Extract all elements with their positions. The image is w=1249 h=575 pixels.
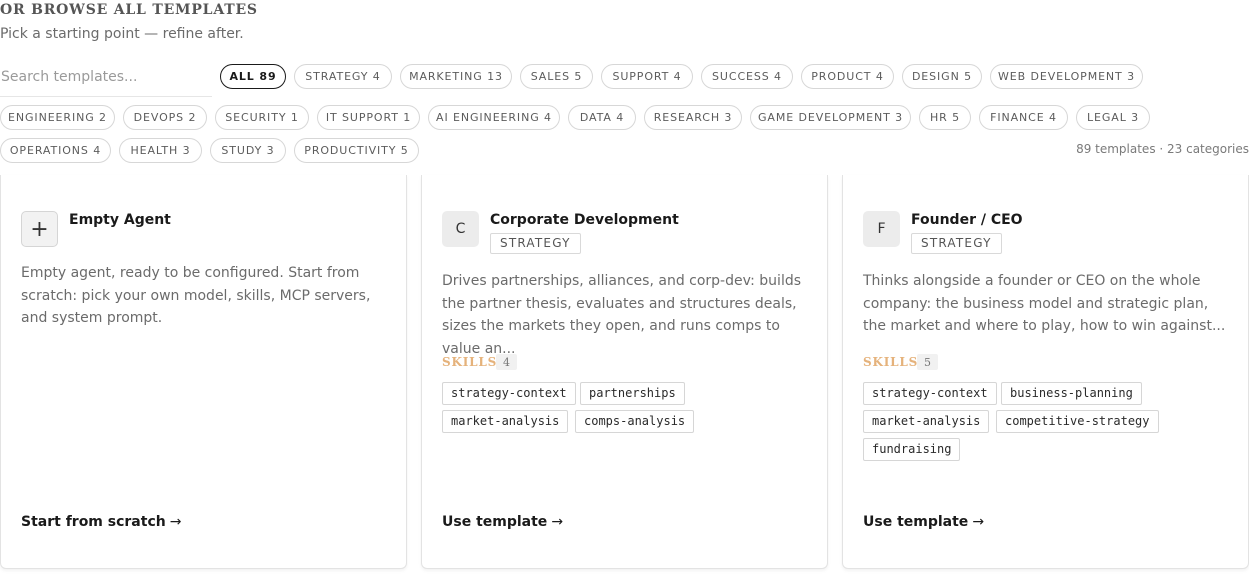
category-tag: STRATEGY bbox=[911, 233, 1002, 254]
use-template-link[interactable]: Use template → bbox=[442, 514, 563, 530]
section-heading: OR BROWSE ALL TEMPLATES bbox=[0, 2, 258, 18]
filter-chip-it-support[interactable]: IT SUPPORT 1 bbox=[317, 105, 420, 130]
section-subheading: Pick a starting point — refine after. bbox=[0, 26, 244, 42]
card-title: Empty Agent bbox=[69, 212, 171, 228]
use-template-link[interactable]: Use template → bbox=[863, 514, 984, 530]
card-title: Founder / CEO bbox=[911, 212, 1023, 228]
action-label: Use template bbox=[863, 514, 969, 530]
arrow-right-icon: → bbox=[551, 514, 564, 530]
template-browser: OR BROWSE ALL TEMPLATES Pick a starting … bbox=[0, 0, 1249, 575]
filter-chip-all[interactable]: ALL 89 bbox=[220, 64, 286, 89]
plus-icon: + bbox=[21, 211, 58, 247]
filter-chip-devops[interactable]: DEVOPS 2 bbox=[123, 105, 207, 130]
skills-label: SKILLS bbox=[442, 355, 498, 369]
filter-chip-research[interactable]: RESEARCH 3 bbox=[644, 105, 742, 130]
skill-tag: competitive-strategy bbox=[996, 410, 1159, 433]
filter-chip-operations[interactable]: OPERATIONS 4 bbox=[0, 138, 111, 163]
filter-chip-data[interactable]: DATA 4 bbox=[568, 105, 636, 130]
card-title: Corporate Development bbox=[490, 212, 679, 228]
filter-chip-support[interactable]: SUPPORT 4 bbox=[601, 64, 693, 89]
card-description: Empty agent, ready to be configured. Sta… bbox=[21, 265, 371, 326]
avatar-letter-icon: F bbox=[863, 211, 900, 247]
skill-tag: strategy-context bbox=[863, 382, 997, 405]
filter-chip-design[interactable]: DESIGN 5 bbox=[902, 64, 982, 89]
filter-chip-marketing[interactable]: MARKETING 13 bbox=[400, 64, 512, 89]
filter-chip-legal[interactable]: LEGAL 3 bbox=[1076, 105, 1150, 130]
filter-chip-security[interactable]: SECURITY 1 bbox=[215, 105, 309, 130]
filter-chip-health[interactable]: HEALTH 3 bbox=[119, 138, 202, 163]
search-box bbox=[0, 64, 212, 97]
filter-chip-sales[interactable]: SALES 5 bbox=[520, 64, 593, 89]
action-label: Start from scratch bbox=[21, 514, 166, 530]
skill-tag: strategy-context bbox=[442, 382, 576, 405]
filter-chip-game-development[interactable]: GAME DEVELOPMENT 3 bbox=[750, 105, 911, 130]
skill-tag: partnerships bbox=[580, 382, 685, 405]
skill-tag: comps-analysis bbox=[575, 410, 695, 433]
skill-tag: business-planning bbox=[1001, 382, 1142, 405]
category-tag: STRATEGY bbox=[490, 233, 581, 254]
filter-chip-hr[interactable]: HR 5 bbox=[919, 105, 971, 130]
filter-chip-strategy[interactable]: STRATEGY 4 bbox=[294, 64, 392, 89]
filter-chip-productivity[interactable]: PRODUCTIVITY 5 bbox=[294, 138, 419, 163]
template-card-corporate-development[interactable]: C Corporate Development STRATEGY Drives … bbox=[421, 175, 828, 569]
arrow-right-icon: → bbox=[972, 514, 985, 530]
filter-chip-finance[interactable]: FINANCE 4 bbox=[979, 105, 1068, 130]
templates-summary: 89 templates · 23 categories bbox=[1076, 142, 1249, 156]
avatar-letter-icon: C bbox=[442, 211, 479, 247]
skill-tag: market-analysis bbox=[863, 410, 990, 433]
filter-chip-engineering[interactable]: ENGINEERING 2 bbox=[0, 105, 115, 130]
filter-chip-ai-engineering[interactable]: AI ENGINEERING 4 bbox=[428, 105, 560, 130]
action-label: Use template bbox=[442, 514, 548, 530]
skill-tag: market-analysis bbox=[442, 410, 569, 433]
card-description: Drives partnerships, alliances, and corp… bbox=[442, 273, 802, 357]
arrow-right-icon: → bbox=[169, 514, 182, 530]
filter-chip-study[interactable]: STUDY 3 bbox=[210, 138, 286, 163]
filter-chip-product[interactable]: PRODUCT 4 bbox=[801, 64, 894, 89]
skills-count-badge: 4 bbox=[496, 354, 517, 370]
filter-chip-success[interactable]: SUCCESS 4 bbox=[701, 64, 793, 89]
skill-tag: fundraising bbox=[863, 438, 961, 461]
template-card-empty-agent[interactable]: + Empty Agent Empty agent, ready to be c… bbox=[0, 175, 407, 569]
skills-count-badge: 5 bbox=[917, 354, 938, 370]
card-description: Thinks alongside a founder or CEO on the… bbox=[863, 273, 1226, 334]
template-card-founder-ceo[interactable]: F Founder / CEO STRATEGY Thinks alongsid… bbox=[842, 175, 1249, 569]
start-from-scratch-link[interactable]: Start from scratch → bbox=[21, 514, 181, 530]
search-input[interactable] bbox=[0, 64, 212, 90]
skills-label: SKILLS bbox=[863, 355, 919, 369]
filter-chip-web-development[interactable]: WEB DEVELOPMENT 3 bbox=[990, 64, 1143, 89]
